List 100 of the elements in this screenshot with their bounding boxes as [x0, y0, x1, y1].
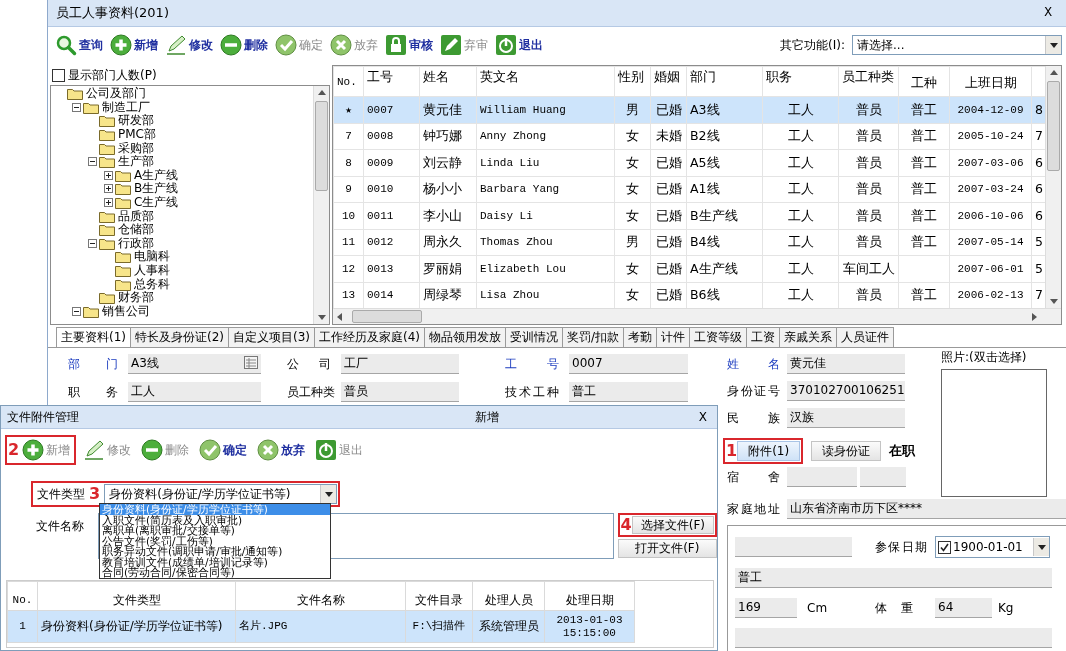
column-header[interactable]: No.: [333, 66, 364, 97]
table-row[interactable]: 7 0008 钟巧娜 Anny Zhong 女 未婚 B2线 工人 普员 普工 2005-10-24 7: [333, 123, 1045, 150]
table-row[interactable]: 13 0014 周绿琴 Lisa Zhou 女 已婚 B6线 工人 普员 普工 2006-02-13 7: [333, 282, 1045, 308]
text-field[interactable]: 汉族: [787, 408, 905, 428]
column-header[interactable]: 文件类型: [37, 581, 236, 611]
toolbar-button[interactable]: 退出: [492, 33, 546, 57]
tree-item[interactable]: 销售公司: [102, 304, 150, 318]
file-button[interactable]: 打开文件(F): [617, 539, 717, 558]
tree-item[interactable]: 仓储部: [118, 223, 154, 237]
column-header[interactable]: 工号: [363, 66, 420, 97]
table-row[interactable]: 1 身份资料(身份证/学历学位证书等) 名片.JPG F:\扫描件 系统管理员 2013-01-03 15:15:00: [7, 610, 635, 643]
dropdown-option[interactable]: 离职单(离职审批/交接单等): [100, 525, 330, 536]
text-field[interactable]: [860, 467, 906, 488]
tab[interactable]: 计件: [656, 327, 691, 347]
tree-item[interactable]: 研发部: [118, 114, 154, 128]
text-field[interactable]: 黄元佳: [787, 354, 905, 374]
caret-icon[interactable]: [324, 491, 333, 497]
checkbox[interactable]: [52, 68, 65, 82]
date-field[interactable]: 1900-01-01: [935, 536, 1050, 559]
tab[interactable]: 工资等级: [689, 327, 748, 347]
table-row[interactable]: ★ 0007 黄元佳 William Huang 男 已婚 A3线 工人 普员 普工 2004-12-09 8: [333, 96, 1045, 123]
toolbar-button[interactable]: 审核: [382, 33, 436, 57]
text-field[interactable]: 370102700106251: [787, 381, 905, 401]
text-field[interactable]: A3线: [128, 354, 261, 374]
attachment-button[interactable]: 附件(1): [737, 441, 801, 462]
toolbar-button[interactable]: 查询: [52, 33, 106, 57]
tab[interactable]: 人员证件: [836, 327, 895, 347]
column-header[interactable]: 职务: [762, 66, 839, 97]
collapse-icon[interactable]: [87, 157, 97, 167]
expand-icon[interactable]: [103, 184, 113, 194]
collapse-icon[interactable]: [71, 306, 81, 316]
tree-item[interactable]: 财务部: [118, 291, 154, 305]
column-header[interactable]: 处理人员: [472, 581, 545, 611]
tab[interactable]: 受训情况: [505, 327, 563, 347]
tab[interactable]: 考勤: [623, 327, 658, 347]
tree-item[interactable]: B生产线: [134, 182, 179, 196]
tab[interactable]: 物品领用发放: [424, 327, 506, 347]
text-field[interactable]: 工厂: [341, 354, 459, 374]
toolbar-button[interactable]: 确定: [196, 438, 251, 462]
column-header[interactable]: 文件目录: [405, 581, 473, 611]
text-field[interactable]: 普员: [341, 382, 459, 402]
tree-item[interactable]: 公司及部门: [86, 87, 146, 101]
close-button[interactable]: X: [698, 409, 707, 425]
tree-item[interactable]: 总务科: [134, 277, 170, 291]
tree-item[interactable]: 行政部: [118, 236, 154, 250]
tree-item[interactable]: 电脑科: [134, 250, 170, 264]
column-header[interactable]: 处理日期: [544, 581, 635, 611]
tab[interactable]: 奖罚/扣款: [562, 327, 625, 347]
expand-icon[interactable]: [103, 198, 113, 208]
text-field[interactable]: 64: [935, 598, 992, 619]
scrollbar[interactable]: [1045, 66, 1061, 308]
text-field[interactable]: [735, 537, 852, 558]
text-field[interactable]: 普工: [735, 568, 1052, 589]
dropdown-field[interactable]: 请选择...: [852, 35, 1062, 55]
column-header[interactable]: 文件名称: [235, 581, 406, 611]
caret-icon[interactable]: [1049, 42, 1058, 48]
tab[interactable]: 工作经历及家庭(4): [314, 327, 425, 347]
table-row[interactable]: 9 0010 杨小小 Barbara Yang 女 已婚 A1线 工人 普员 普工 2007-03-24 6: [333, 176, 1045, 203]
tree-item[interactable]: PMC部: [118, 128, 156, 142]
column-header[interactable]: No.: [7, 581, 38, 611]
tree-item[interactable]: 制造工厂: [102, 100, 150, 114]
text-field[interactable]: [735, 628, 1052, 649]
read-id-button[interactable]: 读身份证: [811, 441, 882, 462]
tree-item[interactable]: C生产线: [134, 196, 179, 210]
scrollbar[interactable]: [313, 86, 329, 324]
dropdown-option[interactable]: 教育培训文件(成绩单/培训记录等): [100, 556, 330, 567]
toolbar-button[interactable]: 新增: [107, 33, 161, 57]
text-field[interactable]: 普工: [569, 382, 688, 402]
toolbar-button[interactable]: 修改: [162, 33, 216, 57]
text-field[interactable]: 工人: [128, 382, 261, 402]
text-field[interactable]: [787, 467, 857, 488]
dropdown-option[interactable]: 合同(劳动合同/保密合同等): [100, 567, 330, 578]
tree-item[interactable]: 人事科: [134, 264, 170, 277]
table-row[interactable]: 11 0012 周永久 Thomas Zhou 男 已婚 B4线 工人 普员 普工 2007-05-14 5: [333, 229, 1045, 256]
tree-item[interactable]: 采购部: [118, 141, 154, 155]
collapse-icon[interactable]: [87, 238, 97, 248]
toolbar-button[interactable]: 放弃: [254, 438, 309, 462]
dropdown-option[interactable]: 入职文件(简历表及入职审批): [100, 514, 330, 525]
tab[interactable]: 特长及身份证(2): [130, 327, 229, 347]
scrollbar[interactable]: [333, 308, 1061, 324]
column-header[interactable]: 姓名: [419, 66, 477, 97]
photo-area[interactable]: [941, 369, 1047, 498]
tree-item[interactable]: 生产部: [118, 155, 154, 169]
text-field[interactable]: 0007: [569, 354, 688, 374]
column-header[interactable]: 性别: [614, 66, 651, 97]
checkbox[interactable]: [938, 540, 951, 554]
table-row[interactable]: 12 0013 罗丽娟 Elizabeth Lou 女 已婚 A生产线 工人 车间工人 2007-06-01 5: [333, 255, 1045, 282]
column-header[interactable]: 上班日期: [949, 66, 1032, 97]
tab[interactable]: 工资: [746, 327, 781, 347]
collapse-icon[interactable]: [71, 102, 81, 112]
tab[interactable]: 自定义项目(3): [228, 327, 315, 347]
grid-icon[interactable]: [244, 356, 258, 369]
column-header[interactable]: 英文名: [476, 66, 615, 97]
text-field[interactable]: 169: [735, 598, 797, 619]
file-button[interactable]: 选择文件(F): [631, 516, 714, 535]
column-header[interactable]: 婚姻: [650, 66, 687, 97]
caret-icon[interactable]: [1037, 544, 1046, 550]
dropdown-option[interactable]: 职务异动文件(调职申请/审批/通知等): [100, 546, 330, 557]
tab[interactable]: 主要资料(1): [56, 327, 131, 347]
table-row[interactable]: 8 0009 刘云静 Linda Liu 女 已婚 A5线 工人 普员 普工 2007-03-06 6: [333, 149, 1045, 176]
